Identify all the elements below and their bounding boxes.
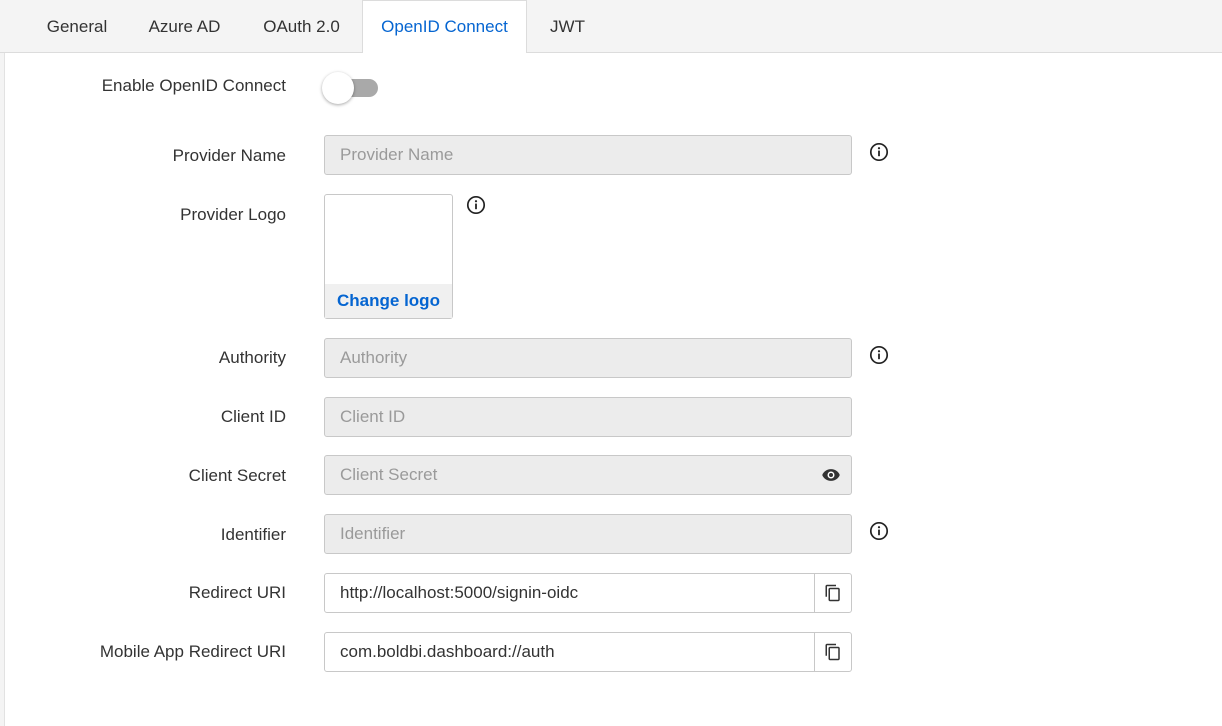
provider-name-input[interactable] — [324, 135, 852, 175]
redirect-uri-label: Redirect URI — [188, 583, 286, 602]
mobile-redirect-uri-input[interactable] — [324, 632, 815, 672]
tab-bar: General Azure AD OAuth 2.0 OpenID Connec… — [0, 0, 1222, 54]
enable-openid-label: Enable OpenID Connect — [101, 76, 286, 95]
info-icon[interactable] — [869, 142, 889, 162]
authority-input[interactable] — [324, 338, 852, 378]
eye-icon[interactable] — [821, 465, 841, 485]
client-id-label: Client ID — [220, 407, 286, 426]
tab-azure-ad[interactable]: Azure AD — [128, 0, 241, 53]
info-icon[interactable] — [869, 521, 889, 541]
authority-label: Authority — [218, 348, 286, 367]
copy-mobile-redirect-uri-button[interactable] — [814, 632, 852, 672]
redirect-uri-input[interactable] — [324, 573, 815, 613]
change-logo-button[interactable]: Change logo — [325, 284, 452, 318]
provider-name-label: Provider Name — [172, 146, 286, 165]
identifier-label: Identifier — [220, 525, 286, 544]
enable-openid-toggle[interactable] — [322, 71, 378, 105]
mobile-redirect-uri-label: Mobile App Redirect URI — [99, 642, 286, 661]
info-icon[interactable] — [466, 195, 486, 215]
client-id-input[interactable] — [324, 397, 852, 437]
copy-icon — [825, 584, 840, 602]
info-icon[interactable] — [869, 345, 889, 365]
copy-icon — [825, 643, 840, 661]
provider-logo-preview[interactable]: Change logo — [324, 194, 453, 319]
tab-jwt[interactable]: JWT — [529, 0, 606, 53]
client-secret-input[interactable] — [324, 455, 852, 495]
tab-general[interactable]: General — [28, 0, 126, 53]
provider-logo-label: Provider Logo — [180, 205, 286, 224]
toggle-knob — [322, 72, 354, 104]
copy-redirect-uri-button[interactable] — [814, 573, 852, 613]
identifier-input[interactable] — [324, 514, 852, 554]
tab-openid-connect[interactable]: OpenID Connect — [362, 0, 527, 54]
tab-oauth[interactable]: OAuth 2.0 — [243, 0, 360, 53]
client-secret-label: Client Secret — [188, 466, 286, 485]
